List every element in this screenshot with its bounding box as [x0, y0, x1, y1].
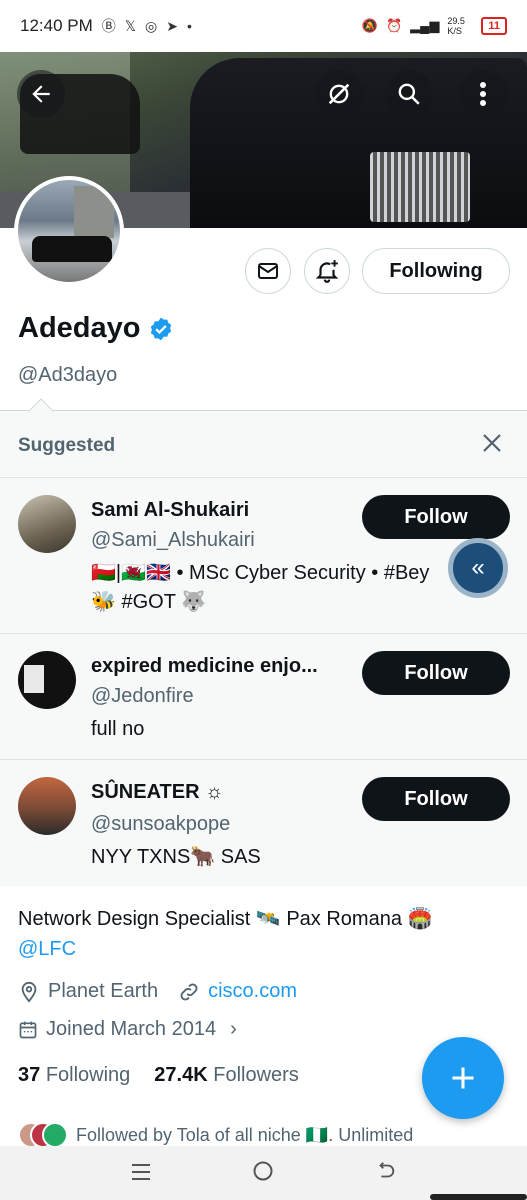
suggested-section: Suggested Sami Al-Shukairi @Sami_Alshuka…: [0, 398, 527, 887]
followers-count: 27.4K: [154, 1064, 208, 1086]
suggested-user-bio-line2: 🐝 #GOT 🐺: [91, 591, 207, 613]
suggested-user-item[interactable]: expired medicine enjo... @Jedonfire full…: [0, 633, 527, 759]
suggested-user-item[interactable]: SÛNEATER ☼ @sunsoakpope NYY TXNS🐂 SAS Fo…: [0, 759, 527, 887]
close-suggested-button[interactable]: [480, 431, 504, 461]
recent-apps-button[interactable]: [121, 1158, 161, 1189]
following-stat-label: Following: [45, 1064, 131, 1086]
system-navigation-bar: [0, 1146, 527, 1200]
followers-stat[interactable]: 27.4K Followers: [154, 1064, 299, 1087]
suggested-user-name[interactable]: Sami Al-Shukairi: [91, 499, 249, 522]
b-app-icon: Ⓑ: [101, 18, 116, 34]
suggested-user-item[interactable]: Sami Al-Shukairi @Sami_Alshukairi 🇴🇲|🏴󠁧󠁢…: [0, 477, 527, 633]
profile-bio: Network Design Specialist 🛰️ Pax Romana …: [18, 904, 508, 964]
profile-handle: @Ad3dayo: [18, 364, 118, 386]
compose-post-button[interactable]: [422, 1037, 504, 1119]
bio-text: Network Design Specialist 🛰️ Pax Romana …: [18, 908, 433, 930]
grok-button[interactable]: [315, 70, 363, 118]
more-options-button[interactable]: [459, 70, 507, 118]
back-system-icon: [379, 1161, 394, 1177]
bio-mention-link[interactable]: @LFC: [18, 938, 76, 960]
followers-stat-label: Followers: [213, 1064, 299, 1086]
telegram-app-icon: ➤: [166, 17, 178, 34]
suggested-user-avatar[interactable]: [18, 495, 76, 553]
calendar-icon: [19, 1021, 37, 1038]
following-count: 37: [18, 1064, 41, 1086]
joined-row[interactable]: Joined March 2014 ›: [18, 1018, 237, 1041]
display-name: Adedayo: [18, 312, 141, 344]
suggested-pointer: [28, 398, 54, 424]
suggested-user-bio: NYY TXNS🐂 SAS: [91, 846, 261, 868]
profile-name-row: Adedayo: [18, 312, 174, 345]
suggested-user-name[interactable]: expired medicine enjo...: [91, 655, 318, 678]
avatar-building: [74, 186, 114, 238]
avatar-poster-art: [24, 665, 44, 693]
x-app-icon: 𝕏: [124, 17, 137, 34]
follow-stats: 37 Following 27.4K Followers: [18, 1064, 299, 1087]
home-circle-icon: [253, 1161, 273, 1180]
plus-icon: [452, 1067, 474, 1089]
home-button[interactable]: [243, 1158, 283, 1189]
following-stat[interactable]: 37 Following: [18, 1064, 130, 1087]
link-icon: [180, 983, 198, 1000]
location-pin-icon: [21, 981, 37, 1003]
profile-meta-row: Planet Earth cisco.com: [18, 980, 297, 1003]
website-link[interactable]: cisco.com: [208, 980, 297, 1003]
bell-plus-icon: [315, 260, 339, 283]
suggested-user-bio: full no: [91, 718, 145, 740]
alarm-icon: ⏰: [385, 18, 403, 33]
mutual-avatar: [42, 1122, 68, 1148]
grok-icon: [328, 83, 350, 105]
battery-indicator: 11: [481, 17, 507, 35]
profile-avatar[interactable]: [14, 176, 124, 286]
recents-icon: [132, 1163, 151, 1180]
double-chevron-left-icon: «: [471, 554, 485, 581]
search-icon: [398, 83, 420, 105]
search-button[interactable]: [385, 70, 433, 118]
follow-button[interactable]: Follow: [362, 777, 510, 821]
signal-icon: ▂▄▆: [410, 18, 440, 33]
suggested-title: Suggested: [18, 435, 116, 456]
suggested-user-handle: @Sami_Alshukairi: [91, 529, 255, 551]
more-notifications-dot: •: [187, 18, 192, 34]
followed-by-text: Followed by Tola of all niche 🇳🇬. Unlimi…: [76, 1124, 414, 1145]
suggested-user-avatar[interactable]: [18, 777, 76, 835]
notifications-button[interactable]: [304, 248, 350, 294]
suggested-user-name[interactable]: SÛNEATER ☼: [91, 781, 223, 804]
avatar-car: [32, 236, 112, 262]
suggested-user-handle: @sunsoakpope: [91, 813, 231, 835]
back-button[interactable]: [17, 70, 65, 118]
back-arrow-icon: [32, 85, 50, 103]
net-speed: 29.5 K/S: [447, 16, 465, 36]
threads-app-icon: ◎: [145, 17, 158, 34]
mutual-avatars: [18, 1122, 68, 1148]
status-bar: 12:40 PM Ⓑ 𝕏 ◎ ➤ • 🔕 ⏰ ▂▄▆ 29.5 K/S 11: [0, 0, 527, 52]
following-button[interactable]: Following: [362, 248, 510, 294]
follow-button[interactable]: Follow: [362, 651, 510, 695]
joined-text: Joined March 2014: [46, 1018, 217, 1040]
followed-by-row[interactable]: Followed by Tola of all niche 🇳🇬. Unlimi…: [18, 1122, 518, 1148]
verified-badge-icon: [151, 317, 172, 340]
envelope-icon: [258, 263, 278, 279]
banner-car-grille: [370, 152, 470, 222]
location-text: Planet Earth: [48, 980, 159, 1002]
suggested-user-avatar[interactable]: [18, 651, 76, 709]
mute-icon: 🔕: [361, 18, 378, 33]
message-button[interactable]: [245, 248, 291, 294]
collapse-floating-button[interactable]: «: [448, 538, 508, 598]
more-vertical-icon: [480, 82, 486, 106]
chevron-right-icon: ›: [230, 1018, 237, 1040]
suggested-user-handle: @Jedonfire: [91, 685, 194, 707]
status-time: 12:40 PM: [20, 16, 93, 35]
follow-button[interactable]: Follow: [362, 495, 510, 539]
close-icon: [483, 434, 501, 452]
home-indicator: [430, 1194, 527, 1200]
back-system-button[interactable]: [366, 1158, 406, 1189]
